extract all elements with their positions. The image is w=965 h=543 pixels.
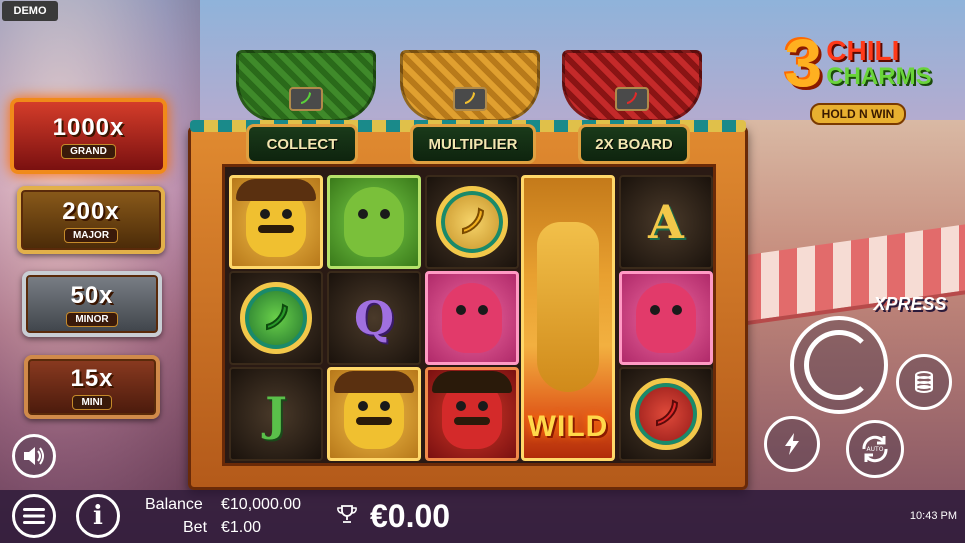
- logo-subtitle: HOLD N WIN: [809, 103, 907, 125]
- wild-symbol: WILD: [521, 175, 615, 461]
- yellow-chili-icon: [453, 87, 487, 111]
- jackpot-tier: MINI: [72, 394, 112, 410]
- logo-number: 3: [784, 25, 823, 101]
- hamburger-icon: [23, 508, 45, 524]
- symbol-grandma-green: [327, 175, 421, 269]
- jackpot-amount: 1000x: [52, 113, 125, 141]
- win-amount: €0.00: [370, 498, 451, 534]
- coin-stack-icon: [915, 371, 933, 393]
- letter-j: J: [265, 387, 287, 441]
- spin-icon: [804, 330, 874, 400]
- jackpot-tier: GRAND: [61, 143, 116, 159]
- game-logo: 3 CHILI CHARMS HOLD N WIN: [762, 2, 954, 152]
- jackpot-major: 200x MAJOR: [17, 186, 165, 254]
- green-chili-coin-icon: [240, 282, 312, 354]
- balance-value: €10,000.00: [221, 496, 302, 513]
- demo-badge: DEMO: [2, 1, 58, 21]
- autoplay-icon: AUTO: [862, 435, 888, 463]
- symbol-pink-chili: [619, 271, 713, 365]
- symbol-red-coin: [619, 367, 713, 461]
- bet-settings-button[interactable]: [896, 354, 952, 410]
- info-button[interactable]: i: [76, 494, 120, 538]
- pink-chili-character-icon: [636, 283, 696, 353]
- letter-q: Q: [353, 291, 395, 345]
- red-chili-character-icon: [432, 371, 512, 449]
- symbol-red-chili: [425, 367, 519, 461]
- menu-button[interactable]: [12, 494, 56, 538]
- board-basket: [562, 50, 702, 122]
- symbol-j: J: [229, 367, 323, 461]
- yellow-chili-character-icon: [236, 179, 316, 257]
- turbo-button[interactable]: [764, 416, 820, 472]
- info-icon: i: [93, 501, 103, 531]
- jackpot-minor: 50x MINOR: [22, 271, 162, 337]
- green-chili-icon: [289, 87, 323, 111]
- yellow-chili-character-icon: [334, 371, 414, 449]
- wild-chili-icon: [537, 222, 599, 392]
- logo-word-charms: CHARMS: [826, 63, 932, 90]
- board-label: 2X BOARD: [578, 124, 690, 164]
- jackpot-amount: 15x: [70, 364, 114, 392]
- reel-grid: J Q WILD A: [222, 164, 716, 466]
- jackpot-tier: MAJOR: [63, 227, 119, 243]
- letter-a: A: [648, 195, 684, 249]
- collect-label: COLLECT: [246, 124, 358, 164]
- symbol-pink-chili: [425, 271, 519, 365]
- spin-button[interactable]: [790, 316, 888, 414]
- bet-value: €1.00: [221, 519, 262, 536]
- symbol-q: Q: [327, 271, 421, 365]
- yellow-chili-coin-icon: [436, 186, 508, 258]
- lightning-icon: [785, 433, 799, 455]
- symbol-sombrero-yellow: [327, 367, 421, 461]
- pink-chili-character-icon: [442, 283, 502, 353]
- wild-label: WILD: [527, 410, 609, 443]
- balance-label: Balance: [145, 496, 203, 513]
- xpress-button[interactable]: XPRESS: [872, 282, 948, 326]
- symbol-green-coin: [229, 271, 323, 365]
- sound-button[interactable]: [12, 434, 56, 478]
- trophy-icon: [337, 505, 357, 528]
- jackpot-amount: 50x: [70, 281, 114, 309]
- speaker-icon: [24, 447, 44, 465]
- symbol-sombrero-yellow: [229, 175, 323, 269]
- autoplay-label: AUTO: [867, 446, 884, 453]
- autoplay-button[interactable]: AUTO: [846, 420, 904, 478]
- symbol-gold-coin: [425, 175, 519, 269]
- red-chili-icon: [615, 87, 649, 111]
- jackpot-amount: 200x: [62, 197, 120, 225]
- collect-basket: [236, 50, 376, 122]
- jackpot-grand: 1000x GRAND: [10, 98, 167, 174]
- jackpot-tier: MINOR: [66, 311, 118, 327]
- multiplier-basket: [400, 50, 540, 122]
- jackpot-mini: 15x MINI: [24, 355, 160, 419]
- red-chili-coin-icon: [630, 378, 702, 450]
- green-chili-character-icon: [344, 187, 404, 257]
- symbol-a: A: [619, 175, 713, 269]
- clock: 10:43 PM: [909, 510, 957, 522]
- bet-label: Bet: [183, 519, 208, 536]
- multiplier-label: MULTIPLIER: [410, 124, 536, 164]
- logo-word-chili: CHILI: [826, 35, 900, 66]
